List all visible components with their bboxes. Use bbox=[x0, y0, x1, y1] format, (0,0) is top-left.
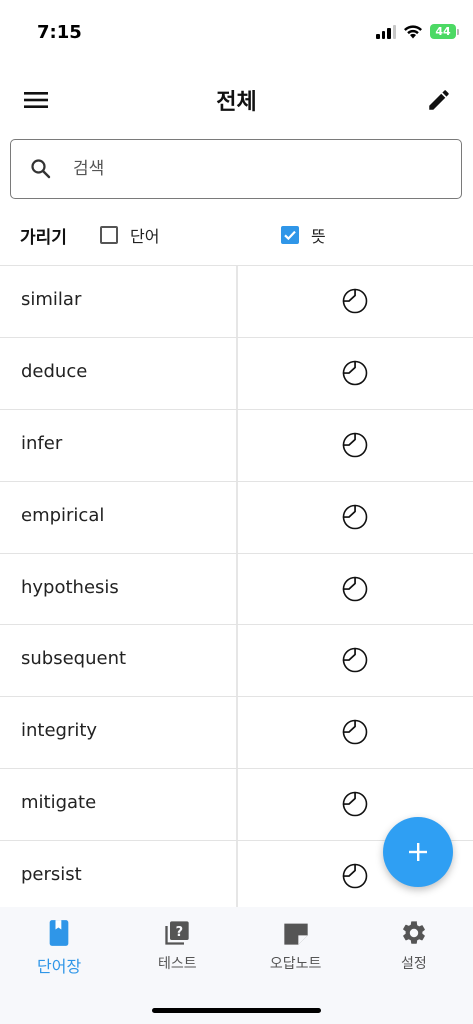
search-icon bbox=[31, 159, 51, 179]
app-bar: 전체 bbox=[0, 66, 473, 132]
hide-meaning-option[interactable]: 뜻 bbox=[281, 223, 326, 247]
word-row[interactable]: similar bbox=[0, 266, 473, 338]
hide-word-label: 단어 bbox=[130, 227, 160, 246]
word-text: hypothesis bbox=[21, 576, 119, 598]
word-text: mitigate bbox=[21, 792, 97, 814]
nav-item-wrong-notes[interactable]: 오답노트 bbox=[237, 907, 355, 1024]
battery-icon: 44 bbox=[430, 24, 459, 39]
quiz-icon: ? bbox=[165, 921, 190, 945]
hide-filter-row: 가리기 단어 뜻 bbox=[0, 213, 473, 257]
search-input[interactable] bbox=[73, 159, 413, 179]
hide-label: 가리기 bbox=[20, 227, 67, 248]
word-row[interactable]: infer bbox=[0, 410, 473, 482]
hide-meaning-label: 뜻 bbox=[311, 227, 326, 246]
hide-word-option[interactable]: 단어 bbox=[100, 223, 159, 247]
peel-sticker-icon[interactable] bbox=[342, 360, 368, 386]
word-text: empirical bbox=[21, 504, 105, 526]
word-list: similar deduce infer empirical hypothesis sub… bbox=[0, 265, 473, 907]
peel-sticker-icon[interactable] bbox=[342, 647, 368, 673]
word-text: infer bbox=[21, 432, 63, 454]
word-text: integrity bbox=[21, 720, 98, 742]
nav-item-wordbook[interactable]: 단어장 bbox=[0, 907, 118, 1024]
peel-sticker-icon[interactable] bbox=[342, 863, 368, 889]
peel-sticker-icon[interactable] bbox=[342, 576, 368, 602]
page-title: 전체 bbox=[216, 90, 257, 115]
edit-button[interactable] bbox=[421, 82, 457, 118]
peel-sticker-icon[interactable] bbox=[342, 791, 368, 817]
nav-label-wrong-notes: 오답노트 bbox=[269, 956, 322, 972]
word-row[interactable]: hypothesis bbox=[0, 554, 473, 626]
word-text: persist bbox=[21, 864, 82, 886]
peel-sticker-icon[interactable] bbox=[342, 432, 368, 458]
word-text: subsequent bbox=[21, 648, 127, 670]
peel-sticker-icon[interactable] bbox=[342, 719, 368, 745]
nav-label-test: 테스트 bbox=[158, 956, 197, 972]
word-row[interactable]: subsequent bbox=[0, 625, 473, 698]
status-icons: 44 bbox=[376, 24, 459, 39]
svg-text:?: ? bbox=[176, 925, 183, 940]
note-icon bbox=[283, 923, 308, 945]
word-row[interactable]: empirical bbox=[0, 482, 473, 554]
nav-item-test[interactable]: ? 테스트 bbox=[118, 907, 236, 1024]
home-indicator bbox=[152, 1008, 321, 1013]
checkmark-icon bbox=[284, 230, 296, 241]
status-bar: 7:15 44 bbox=[0, 0, 473, 66]
plus-icon bbox=[409, 843, 427, 861]
hide-meaning-checkbox[interactable] bbox=[281, 226, 299, 244]
bottom-navigation: 단어장 ? 테스트 오답노트 설정 bbox=[0, 907, 473, 1024]
peel-sticker-icon[interactable] bbox=[342, 288, 368, 314]
book-icon bbox=[49, 920, 69, 946]
nav-label-wordbook: 단어장 bbox=[37, 957, 82, 976]
gear-icon bbox=[402, 921, 425, 944]
nav-label-settings: 설정 bbox=[400, 956, 427, 972]
word-row[interactable]: integrity bbox=[0, 697, 473, 770]
peel-sticker-icon[interactable] bbox=[342, 504, 368, 530]
wifi-icon bbox=[404, 25, 422, 39]
word-row[interactable]: deduce bbox=[0, 338, 473, 410]
pencil-icon bbox=[429, 90, 449, 110]
hide-word-checkbox[interactable] bbox=[100, 226, 118, 244]
status-time: 7:15 bbox=[37, 22, 82, 43]
word-text: similar bbox=[21, 289, 82, 310]
battery-level: 44 bbox=[430, 24, 456, 39]
word-text: deduce bbox=[21, 360, 88, 382]
nav-item-settings[interactable]: 설정 bbox=[355, 907, 473, 1024]
cellular-signal-icon bbox=[376, 24, 396, 39]
add-word-button[interactable] bbox=[383, 817, 453, 887]
search-box[interactable] bbox=[10, 139, 462, 199]
